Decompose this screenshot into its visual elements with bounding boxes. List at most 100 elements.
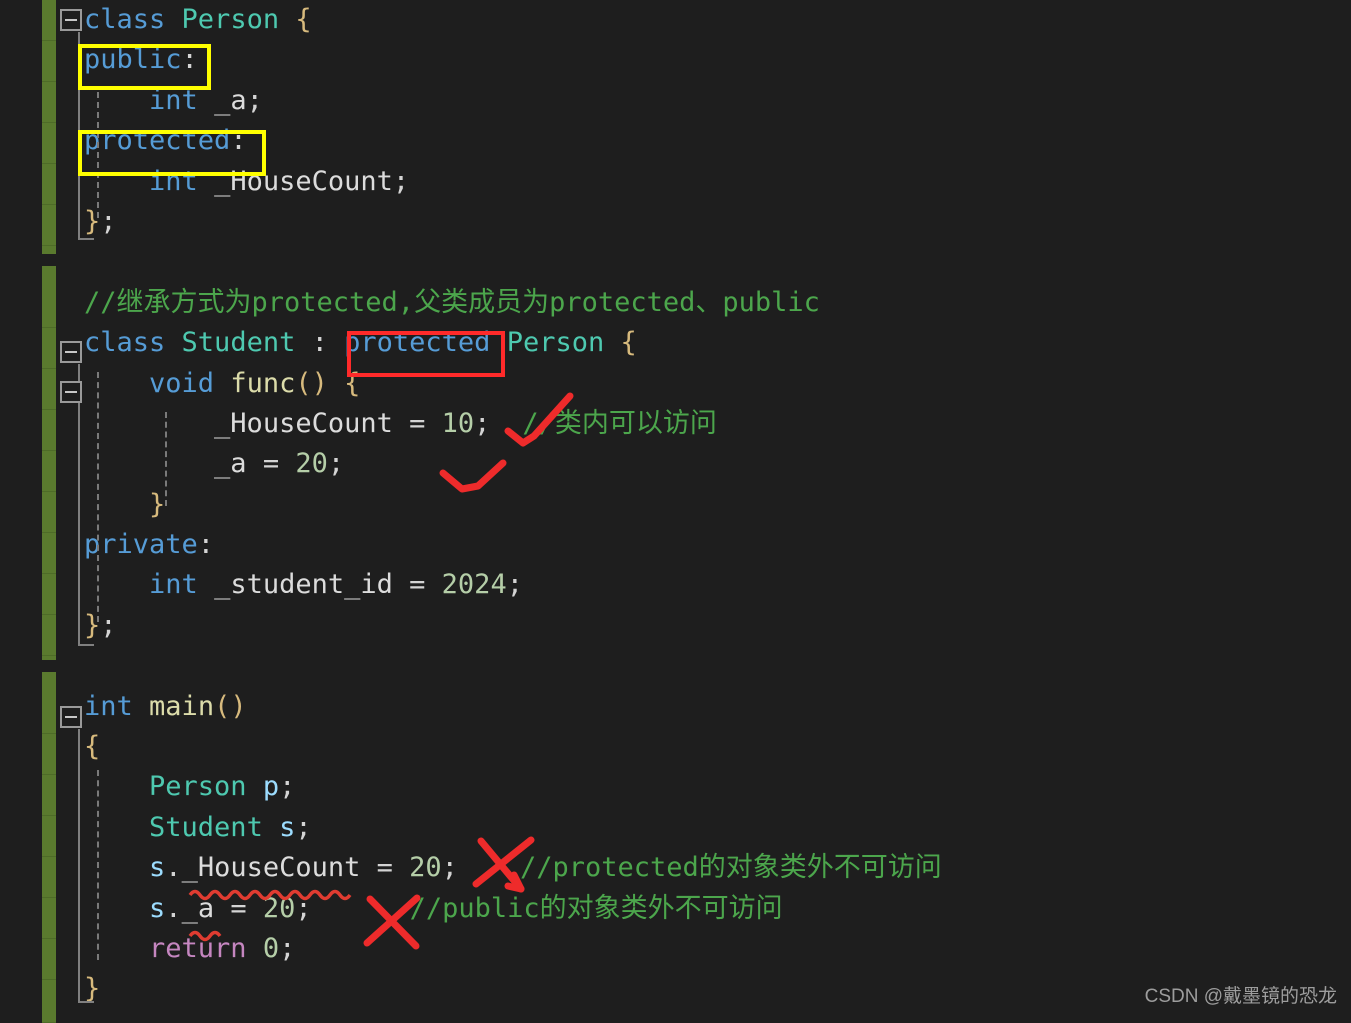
code-line[interactable]: protected: [56, 121, 1351, 161]
editor-gutter [0, 0, 42, 1022]
token-assign: = [360, 852, 410, 884]
scope-guide [78, 364, 80, 644]
token-access-private: private [84, 529, 198, 561]
token-number: 20 [409, 852, 442, 884]
token-number: 0 [262, 932, 280, 964]
token-semicolon: ; [327, 448, 345, 480]
token-type: Person [181, 4, 280, 35]
token-number: 10 [441, 407, 475, 439]
token-keyword: int [84, 690, 133, 722]
token-type: Student [149, 811, 263, 843]
token-assign: = [392, 407, 442, 439]
token-keyword: int [149, 84, 198, 116]
code-line[interactable]: void func() { [56, 364, 1351, 404]
token-number: 20 [295, 448, 328, 480]
token-semicolon: ; [474, 407, 491, 439]
code-line-blank[interactable] [56, 242, 1351, 282]
token-identifier: _HouseCount [181, 852, 361, 884]
code-line[interactable]: _HouseCount = 10; //类内可以访问 [56, 404, 1351, 444]
token-colon: : [197, 529, 215, 561]
comment-protected-outside: //protected的对象类外不可访问 [519, 852, 942, 884]
token-keyword: class [84, 327, 166, 359]
token-assign: = [214, 892, 263, 924]
token-inherit-mode: protected [344, 327, 491, 359]
code-editor[interactable]: class Person { public: int _a; protected… [0, 0, 1351, 1023]
token-brace: } [84, 973, 101, 1005]
code-line[interactable]: class Person { [56, 0, 1351, 40]
token-number: 20 [262, 892, 296, 924]
code-line[interactable]: Student s; [56, 808, 1351, 848]
code-line[interactable]: //继承方式为protected,父类成员为protected、public [56, 283, 1351, 323]
token-semicolon: ; [506, 569, 523, 601]
code-line[interactable]: { [56, 727, 1351, 767]
scope-guide-foot [78, 644, 94, 646]
token-variable: s [149, 892, 166, 924]
token-semicolon: ; [295, 892, 312, 924]
scope-guide [78, 32, 80, 238]
token-semicolon: ; [100, 609, 117, 641]
token-access-protected: protected [84, 125, 231, 157]
code-line[interactable]: Person p; [56, 767, 1351, 807]
token-semicolon: ; [246, 84, 263, 116]
token-dot: . [165, 892, 182, 924]
token-colon: : [230, 125, 247, 157]
fold-toggle-class-student[interactable] [60, 341, 82, 363]
token-dot: . [165, 852, 182, 884]
fold-toggle-main[interactable] [60, 706, 82, 728]
token-brace: { [604, 327, 637, 359]
token-assign: = [392, 569, 442, 601]
code-line[interactable]: s._HouseCount = 20; //protected的对象类外不可访问 [56, 848, 1351, 888]
token-variable: p [262, 771, 280, 803]
code-line[interactable]: public: [56, 40, 1351, 80]
token-variable: s [149, 852, 166, 884]
token-assign: = [246, 448, 296, 480]
fold-toggle-func[interactable] [60, 381, 82, 403]
code-line[interactable]: class Student : protected Person { [56, 323, 1351, 363]
comment-public-outside: //public的对象类外不可访问 [409, 892, 783, 924]
token-semicolon: ; [279, 771, 296, 803]
code-line[interactable]: s._a = 20; //public的对象类外不可访问 [56, 889, 1351, 929]
code-text-area[interactable]: class Person { public: int _a; protected… [56, 0, 1351, 1022]
fold-toggle-class-person[interactable] [60, 9, 82, 31]
token-keyword: int [149, 569, 198, 601]
token-identifier: _a [214, 448, 247, 480]
code-line[interactable]: int _a; [56, 81, 1351, 121]
token-variable: s [279, 811, 296, 843]
scope-guide-foot [78, 1001, 94, 1003]
token-keyword: void [149, 367, 215, 399]
code-line[interactable]: int _HouseCount; [56, 162, 1351, 202]
scope-guide-foot [78, 238, 94, 240]
code-line[interactable]: }; [56, 606, 1351, 646]
token-function-main: main [149, 690, 215, 722]
code-line[interactable]: } [56, 485, 1351, 525]
code-line[interactable]: return 0; [56, 929, 1351, 969]
code-line[interactable]: private: [56, 525, 1351, 565]
code-line[interactable]: }; [56, 202, 1351, 242]
token-identifier: _HouseCount [214, 407, 393, 439]
code-line[interactable]: _a = 20; [56, 444, 1351, 484]
code-line-blank[interactable] [56, 646, 1351, 686]
token-access-public: public [84, 44, 182, 76]
comment-inside-ok: //类内可以访问 [522, 407, 717, 439]
token-semicolon: ; [295, 811, 312, 843]
token-function: func [230, 367, 296, 399]
code-line[interactable]: int main() [56, 687, 1351, 727]
token-brace: } [149, 488, 166, 520]
code-line[interactable]: int _student_id = 2024; [56, 565, 1351, 605]
csdn-watermark: CSDN @戴墨镜的恐龙 [1144, 986, 1337, 1007]
